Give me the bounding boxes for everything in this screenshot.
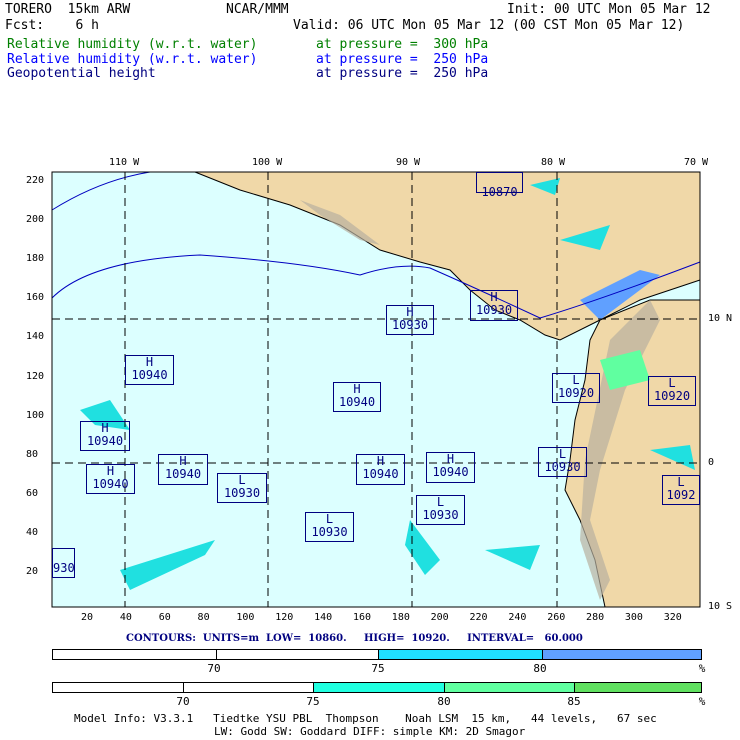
lat-label: 10 S xyxy=(708,601,733,612)
y-tick-label: 100 xyxy=(26,409,45,421)
x-tick-label: 240 xyxy=(508,612,527,623)
colorbar-rh-250 xyxy=(52,649,702,660)
x-tick-label: 60 xyxy=(158,612,171,623)
x-tick-label: 20 xyxy=(81,612,94,623)
y-tick-label: 40 xyxy=(26,526,39,538)
x-tick-label: 220 xyxy=(469,612,488,623)
pressure-center-label: L 10930 xyxy=(217,473,267,503)
center-value: 10940 xyxy=(362,467,399,481)
center-value: 10930 xyxy=(391,318,429,332)
pressure-center-label: H 10940 xyxy=(125,355,174,385)
cb1-seg xyxy=(53,650,217,659)
pressure-center-label: H 10940 xyxy=(80,421,130,451)
cb2-label: 80 xyxy=(437,695,451,708)
center-value: 10940 xyxy=(432,465,469,479)
cb2-seg xyxy=(184,683,314,692)
pressure-center-label: H 10930 xyxy=(470,290,518,321)
cb2-seg xyxy=(314,683,445,692)
pressure-center-label: L 10930 xyxy=(538,447,587,477)
cb2-label: % xyxy=(698,695,706,708)
y-tick-label: 160 xyxy=(26,292,45,304)
cb1-label: 70 xyxy=(207,662,221,675)
x-tick-label: 280 xyxy=(586,612,605,623)
colorbar-rh-300 xyxy=(52,682,702,693)
map-plot xyxy=(51,171,701,608)
pressure-center-label: H 10940 xyxy=(356,454,405,485)
center-value: 10930 xyxy=(311,525,348,539)
lat-label: 0 xyxy=(708,457,715,468)
contour-info: CONTOURS: UNITS=m LOW= 10860. HIGH= 1092… xyxy=(126,633,583,644)
center-value: 10930 xyxy=(223,486,261,500)
x-tick-label: 40 xyxy=(119,612,132,623)
center-value: 10920 xyxy=(653,389,691,403)
center-value: 1092 xyxy=(666,488,696,502)
center-value: 10940 xyxy=(86,434,124,448)
pressure-center-label: H 10930 xyxy=(386,305,434,335)
x-tick-label: 160 xyxy=(352,612,371,623)
pressure-center-label: H 10940 xyxy=(426,452,475,483)
y-tick-label: 220 xyxy=(26,175,45,186)
cb1-label: % xyxy=(698,662,706,675)
center-value: 930 xyxy=(53,561,75,575)
cb1-seg xyxy=(543,650,701,659)
x-tick-label: 260 xyxy=(547,612,566,623)
x-tick-label: 120 xyxy=(275,612,294,623)
cb1-label: 75 xyxy=(371,662,385,675)
lon-label: 90 W xyxy=(396,157,421,168)
center-value: 10940 xyxy=(131,368,168,382)
x-tick-label: 140 xyxy=(314,612,333,623)
center-value: 10940 xyxy=(92,477,129,491)
cb2-label: 70 xyxy=(176,695,190,708)
x-tick-label: 320 xyxy=(663,612,682,623)
pressure-center-label: 930 xyxy=(52,548,75,578)
pressure-center-label: H 10940 xyxy=(158,454,208,485)
physics-info: LW: Godd SW: Goddard DIFF: simple KM: 2D… xyxy=(214,725,526,738)
lon-label: 70 W xyxy=(684,157,709,168)
pressure-center-label: H 10940 xyxy=(86,464,135,494)
x-tick-label: 180 xyxy=(391,612,410,623)
pressure-center-label: L 10930 xyxy=(305,512,354,542)
lon-label: 80 W xyxy=(541,157,566,168)
cb2-seg xyxy=(575,683,701,692)
cb1-seg xyxy=(217,650,379,659)
lon-label: 110 W xyxy=(109,157,140,168)
cb1-seg xyxy=(379,650,543,659)
center-value: 10940 xyxy=(164,467,202,481)
lon-label: 100 W xyxy=(252,157,283,168)
cb2-seg xyxy=(445,683,575,692)
center-value: 10920 xyxy=(557,386,595,400)
y-tick-label: 60 xyxy=(26,487,39,499)
center-value: 10930 xyxy=(422,508,459,522)
cb1-label: 80 xyxy=(533,662,547,675)
pressure-center-label: 10870 xyxy=(476,172,523,199)
pressure-center-label: L 10920 xyxy=(648,376,696,406)
cb2-label: 85 xyxy=(567,695,581,708)
y-tick-label: 120 xyxy=(26,370,45,382)
pressure-center-label: H 10940 xyxy=(333,382,381,412)
x-tick-label: 100 xyxy=(236,612,255,623)
x-tick-label: 300 xyxy=(624,612,643,623)
y-tick-label: 200 xyxy=(26,214,45,226)
y-tick-label: 20 xyxy=(26,566,39,577)
pressure-center-label: L 1092 xyxy=(662,475,700,505)
center-value: 10940 xyxy=(338,395,376,409)
y-tick-label: 80 xyxy=(26,448,39,460)
center-value: 10930 xyxy=(475,303,513,317)
lat-label: 10 N xyxy=(708,313,733,324)
x-tick-label: 80 xyxy=(197,612,210,623)
cb2-seg xyxy=(53,683,184,692)
y-tick-label: 180 xyxy=(26,253,45,265)
center-value: 10930 xyxy=(544,460,581,474)
center-value: 10870 xyxy=(481,185,518,199)
pressure-center-label: L 10930 xyxy=(416,495,465,525)
x-tick-label: 200 xyxy=(430,612,449,623)
pressure-center-label: L 10920 xyxy=(552,373,600,403)
cb2-label: 75 xyxy=(306,695,320,708)
y-tick-label: 140 xyxy=(26,331,45,343)
